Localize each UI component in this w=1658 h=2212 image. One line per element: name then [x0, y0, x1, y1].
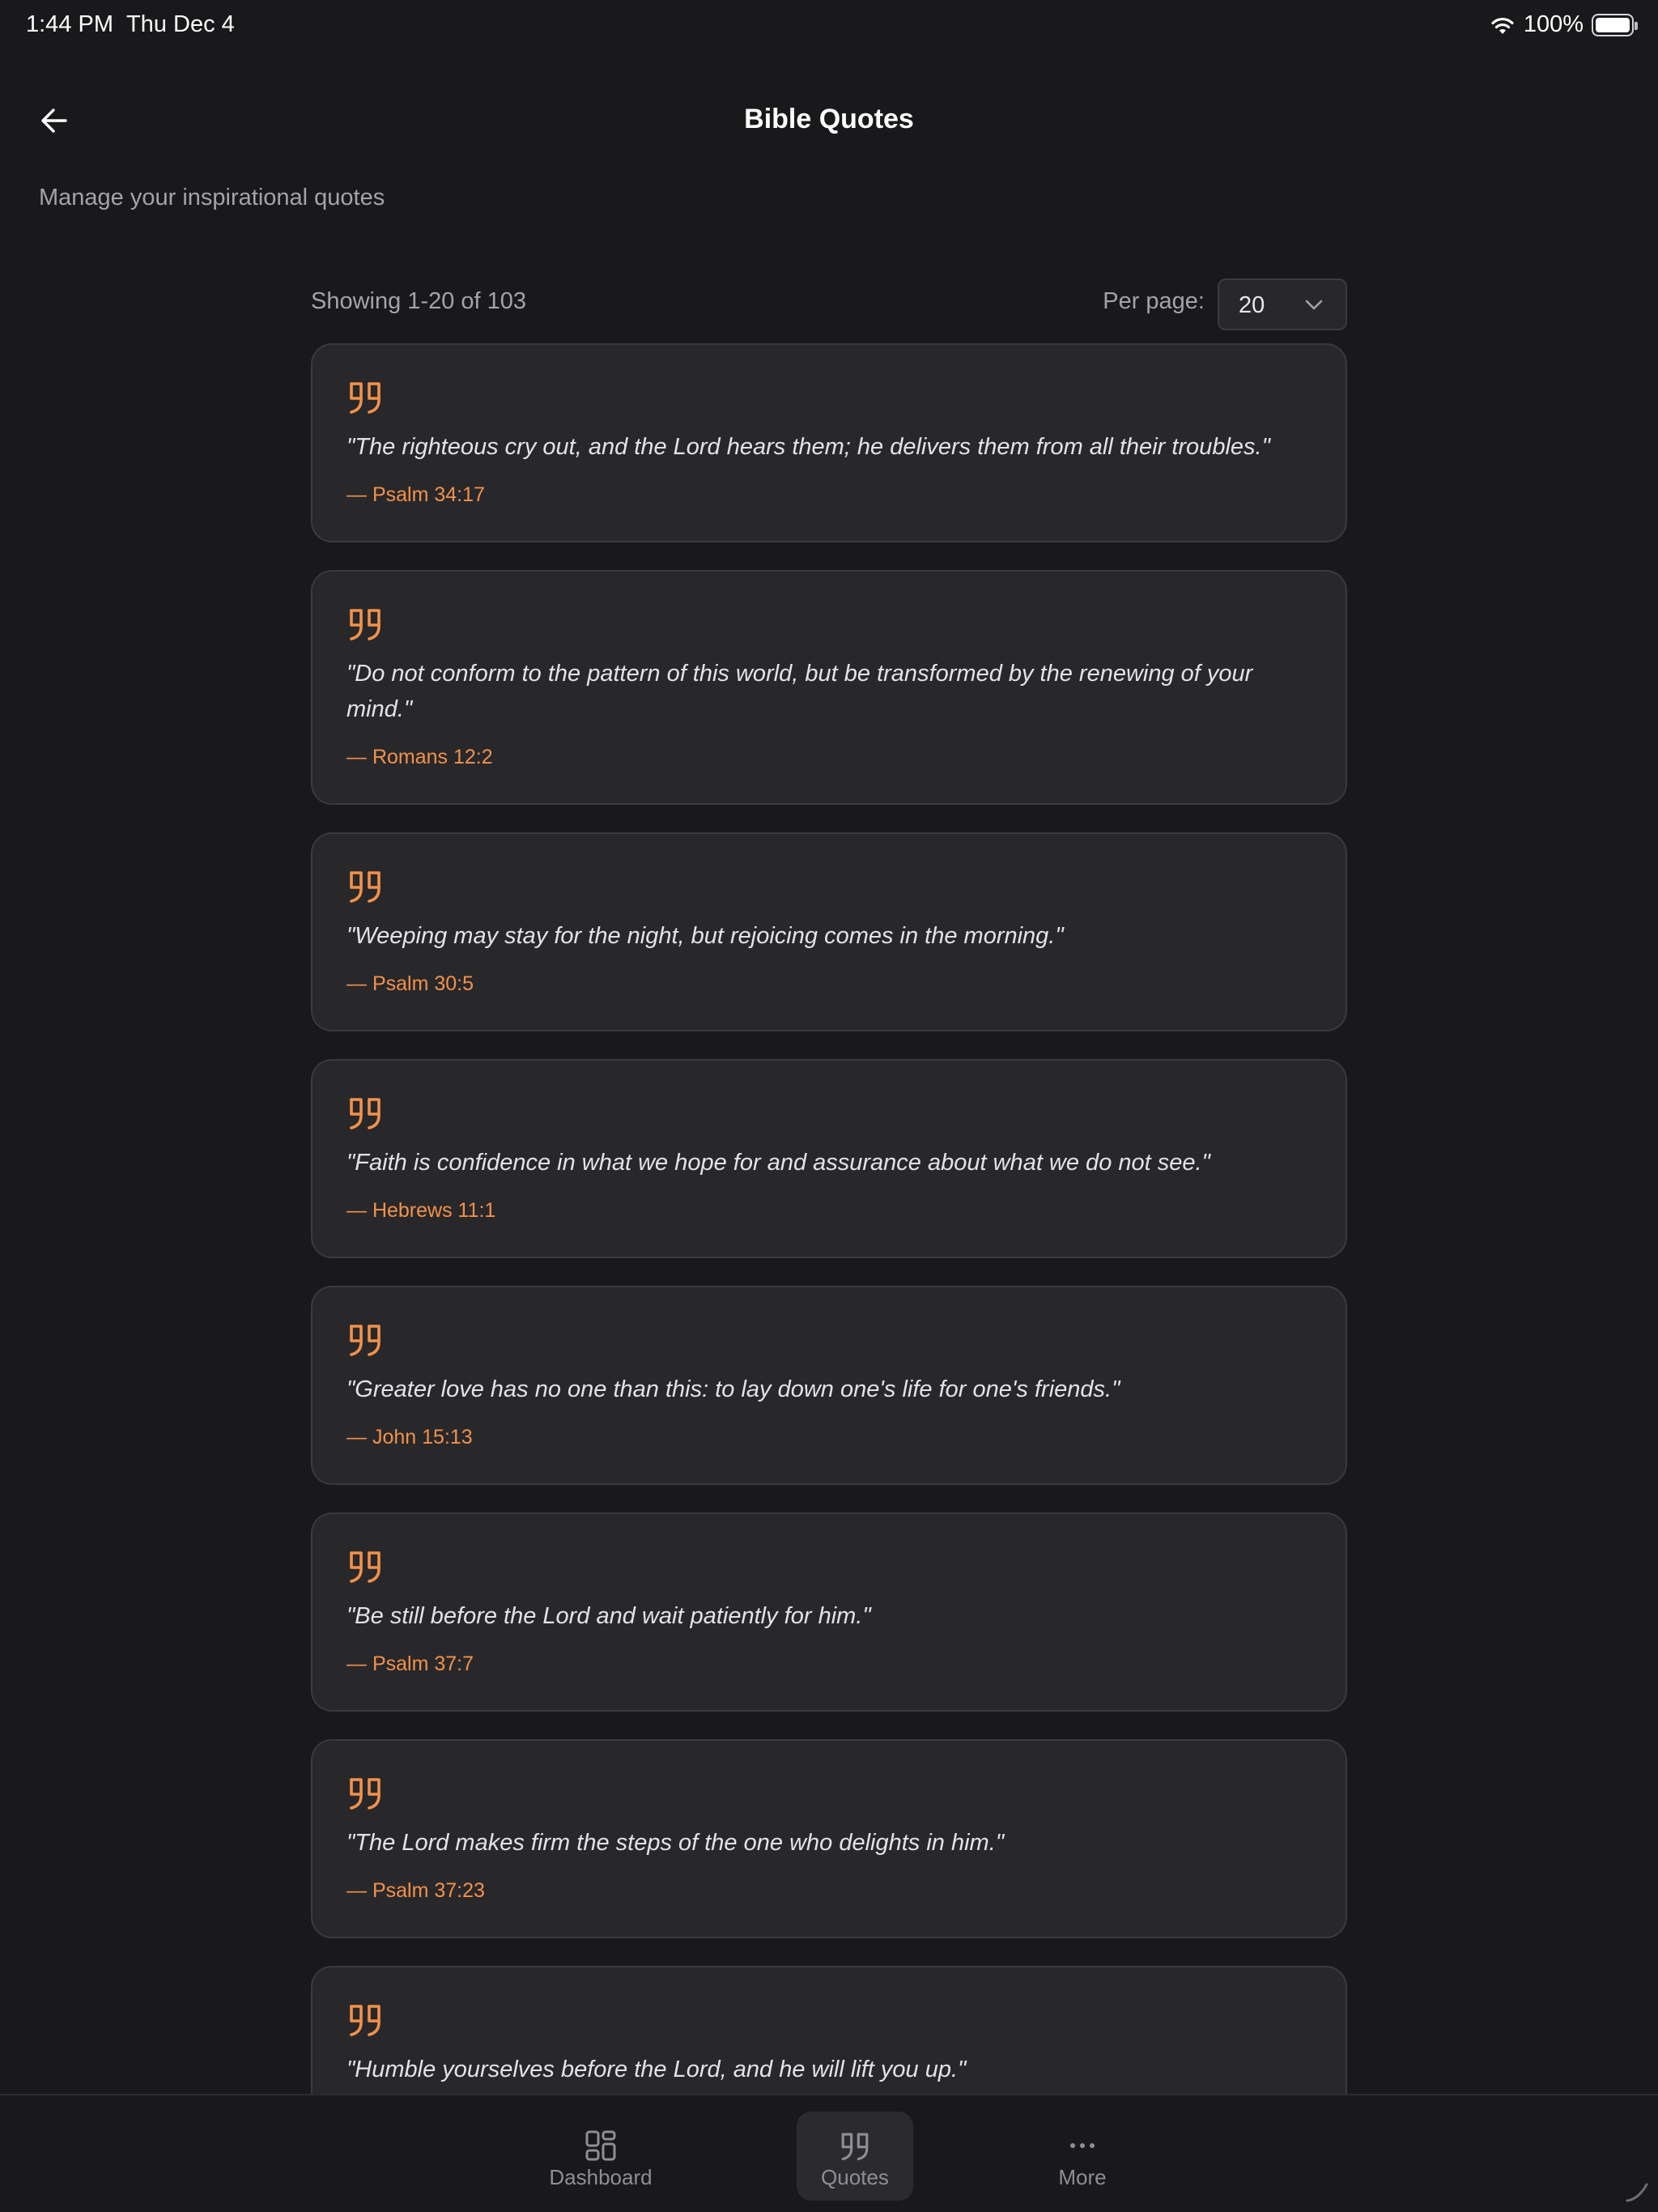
- quote-card[interactable]: "Be still before the Lord and wait patie…: [311, 1512, 1347, 1712]
- tab-dashboard[interactable]: Dashboard: [542, 2112, 659, 2201]
- tab-label: Dashboard: [549, 2165, 653, 2189]
- more-icon: [1070, 2143, 1095, 2148]
- quote-card[interactable]: "Faith is confidence in what we hope for…: [311, 1059, 1347, 1258]
- wifi-icon: [1491, 17, 1514, 34]
- quote-card[interactable]: "The Lord makes firm the steps of the on…: [311, 1739, 1347, 1938]
- battery-percentage: 100%: [1523, 11, 1584, 37]
- battery-icon: [1592, 13, 1638, 36]
- quote-icon: [350, 1098, 380, 1129]
- quote-text: "Weeping may stay for the night, but rej…: [346, 923, 1064, 949]
- per-page-label: Per page:: [1103, 288, 1205, 314]
- quote-card[interactable]: "Do not conform to the pattern of this w…: [311, 570, 1347, 805]
- dashboard-icon: [585, 2130, 616, 2161]
- page-subtitle: Manage your inspirational quotes: [39, 185, 385, 211]
- quote-reference: — Romans 12:2: [346, 746, 493, 768]
- quote-reference: — Psalm 34:17: [346, 483, 485, 506]
- quote-text: "Greater love has no one than this: to l…: [346, 1376, 1120, 1402]
- tab-quotes[interactable]: Quotes: [797, 2112, 913, 2201]
- quotes-content: Showing 1-20 of 103 Per page: 20 "The ri…: [311, 272, 1347, 2165]
- quote-text: "The righteous cry out, and the Lord hea…: [346, 434, 1270, 460]
- quote-card[interactable]: "Greater love has no one than this: to l…: [311, 1286, 1347, 1485]
- quote-icon: [350, 1778, 380, 1810]
- quote-icon: [350, 871, 380, 903]
- quote-text: "The Lord makes firm the steps of the on…: [346, 1830, 1005, 1856]
- bottom-tab-bar: Dashboard Quotes More: [0, 2094, 1658, 2212]
- per-page-value: 20: [1239, 292, 1265, 318]
- tab-more[interactable]: More: [1024, 2112, 1141, 2201]
- quote-icon: [350, 382, 380, 414]
- chevron-down-icon: [1305, 300, 1323, 310]
- list-header: Showing 1-20 of 103 Per page: 20: [311, 272, 1347, 330]
- tab-label: Quotes: [821, 2165, 889, 2189]
- quote-list: "The righteous cry out, and the Lord hea…: [311, 343, 1347, 2193]
- quote-text: "Humble yourselves before the Lord, and …: [346, 2057, 967, 2082]
- quote-reference: — Psalm 30:5: [346, 972, 474, 995]
- quote-reference: — Psalm 37:7: [346, 1653, 474, 1675]
- quote-text: "Be still before the Lord and wait patie…: [346, 1603, 871, 1629]
- page-title: Bible Quotes: [744, 104, 914, 134]
- quote-icon: [350, 1551, 380, 1583]
- status-bar: 1:44 PM Thu Dec 4 100%: [0, 0, 1658, 52]
- quote-reference: — John 15:13: [346, 1426, 473, 1448]
- status-date: Thu Dec 4: [126, 11, 235, 37]
- quote-text: "Faith is confidence in what we hope for…: [346, 1150, 1210, 1176]
- quote-icon: [350, 2005, 380, 2036]
- app-root: 1:44 PM Thu Dec 4 100% Bible Quotes Mana…: [0, 0, 1658, 2212]
- tab-label: More: [1058, 2165, 1107, 2189]
- quote-icon: [350, 609, 380, 640]
- quote-reference: — Hebrews 11:1: [346, 1199, 496, 1222]
- status-time: 1:44 PM: [26, 11, 113, 37]
- per-page-select[interactable]: 20: [1218, 279, 1347, 330]
- quote-icon: [841, 2133, 869, 2161]
- status-indicators: 100%: [1490, 11, 1638, 38]
- quote-reference: — Psalm 37:23: [346, 1879, 485, 1902]
- showing-count: Showing 1-20 of 103: [311, 288, 527, 314]
- quote-card[interactable]: "Weeping may stay for the night, but rej…: [311, 832, 1347, 1032]
- quote-icon: [350, 1325, 380, 1356]
- resize-handle-icon[interactable]: [1622, 2175, 1652, 2204]
- quote-text: "Do not conform to the pattern of this w…: [346, 661, 1253, 722]
- quote-card[interactable]: "The righteous cry out, and the Lord hea…: [311, 343, 1347, 542]
